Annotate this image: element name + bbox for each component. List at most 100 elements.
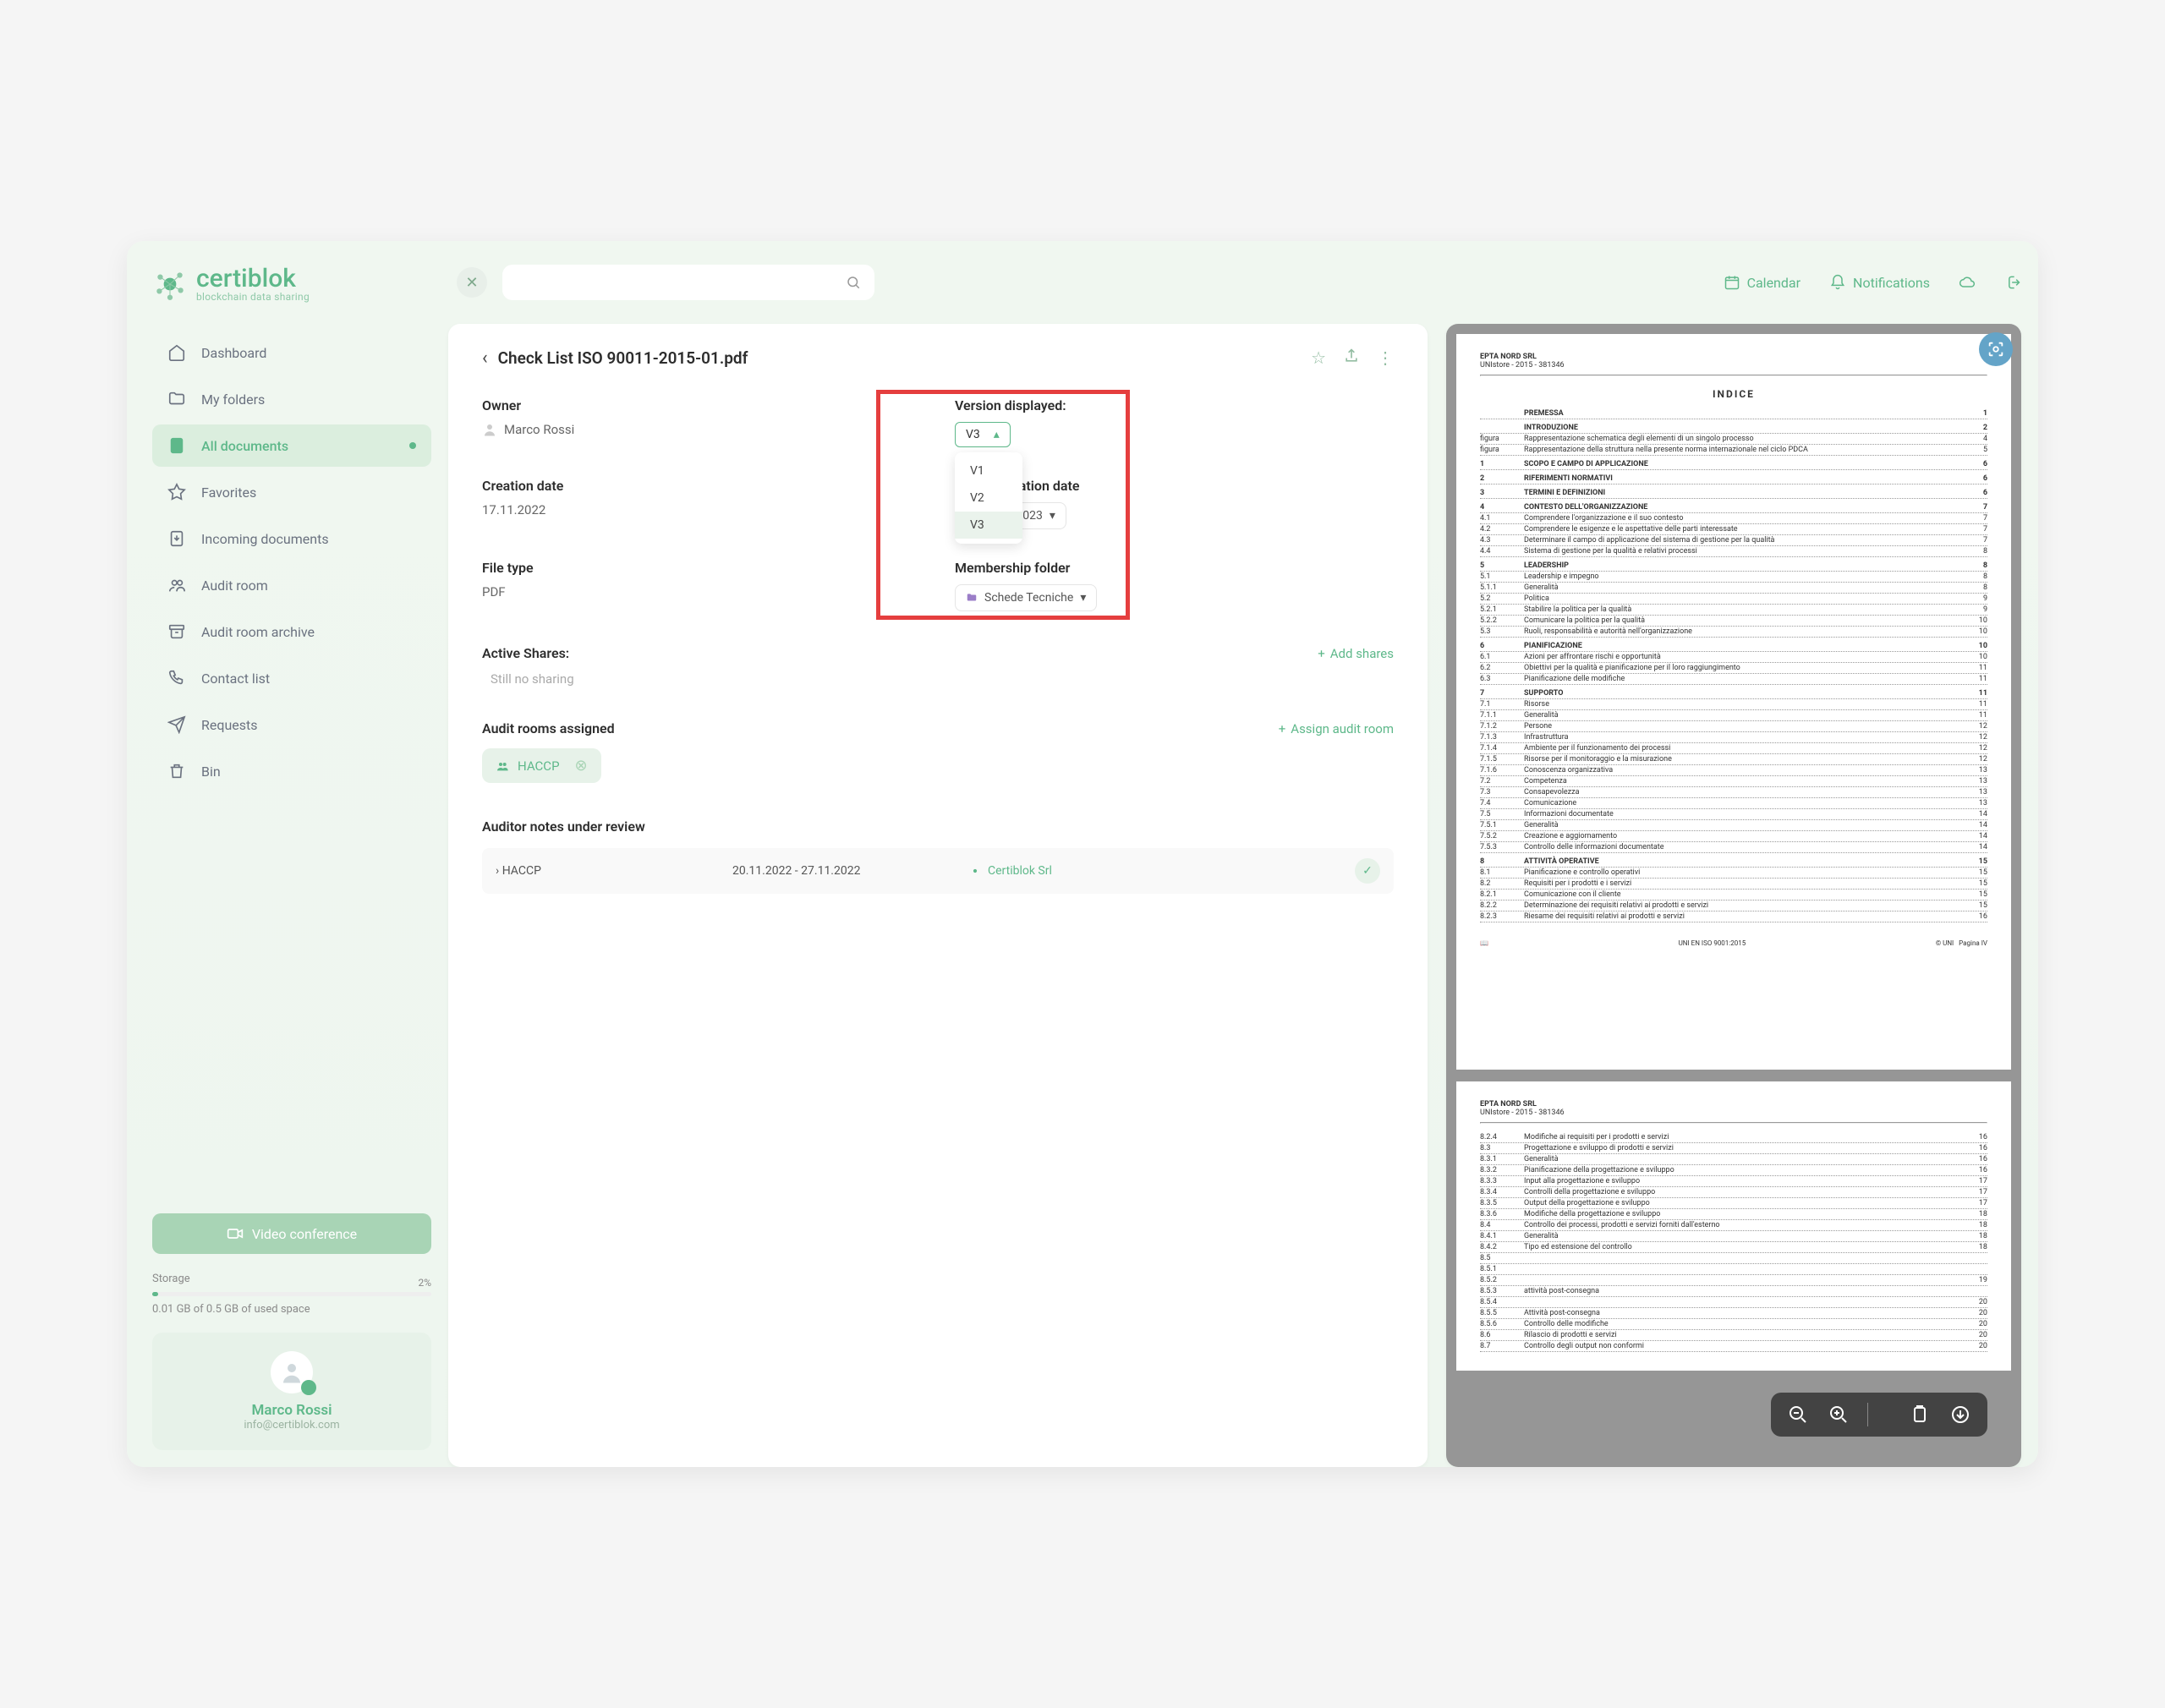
version-options: V1V2V3 [955, 452, 1022, 544]
nav-requests[interactable]: Requests [152, 703, 431, 746]
bell-icon [1829, 274, 1846, 291]
zoom-out-icon [1788, 1404, 1808, 1425]
incoming-icon [167, 529, 186, 548]
folder-icon [966, 592, 978, 604]
auditroom-icon [167, 576, 186, 594]
document-preview: EPTA NORD SRLUNIstore - 2015 - 381346 IN… [1446, 324, 2021, 1467]
notes-row[interactable]: › HACCP 20.11.2022 - 27.11.2022 Certiblo… [482, 848, 1394, 894]
profile-email: info@certiblok.com [171, 1419, 413, 1432]
nav-archive[interactable]: Audit room archive [152, 610, 431, 653]
version-option-V1[interactable]: V1 [955, 457, 1022, 484]
version-option-V2[interactable]: V2 [955, 484, 1022, 512]
cloud-action[interactable] [1959, 274, 1976, 291]
clipboard-icon [1910, 1404, 1930, 1425]
avatar [271, 1351, 313, 1393]
doc-title: Check List ISO 90011-2015-01.pdf [498, 348, 748, 368]
chevron-up-icon: ▴ [994, 428, 1000, 441]
nav-incoming[interactable]: Incoming documents [152, 517, 431, 560]
close-button[interactable]: ✕ [457, 267, 487, 298]
nav-contacts[interactable]: Contact list [152, 657, 431, 699]
logout-button[interactable] [2004, 274, 2021, 291]
users-icon [496, 759, 509, 773]
download-button[interactable] [1948, 1403, 1972, 1426]
owner-field: Owner Marco Rossi [482, 397, 921, 447]
details-grid: Owner Marco Rossi Version displayed: V3▴… [482, 397, 1394, 611]
video-conference-label: Video conference [252, 1226, 357, 1242]
nav-folders[interactable]: My folders [152, 378, 431, 420]
profile-card: Marco Rossi info@certiblok.com [152, 1333, 431, 1450]
storage-percent: 2% [418, 1277, 431, 1289]
more-button[interactable]: ⋮ [1377, 348, 1394, 369]
share-button[interactable] [1343, 348, 1360, 369]
folders-icon [167, 390, 186, 408]
nav-bin[interactable]: Bin [152, 750, 431, 792]
top-links: Calendar Notifications [1724, 274, 2021, 291]
zoom-out-button[interactable] [1786, 1403, 1810, 1426]
preview-toolbar [1771, 1393, 1987, 1437]
remove-tag-icon[interactable]: ⊗ [575, 757, 588, 775]
toc-title: INDICE [1480, 388, 1987, 400]
download-icon [1950, 1404, 1970, 1425]
requests-icon [167, 715, 186, 734]
nav-favorites[interactable]: Favorites [152, 471, 431, 513]
favorite-button[interactable]: ☆ [1311, 348, 1326, 369]
profile-name: Marco Rossi [171, 1402, 413, 1419]
topbar: ✕ Calendar Notifications [448, 265, 2021, 300]
sidebar: certiblok blockchain data sharing Dashbo… [127, 241, 448, 1467]
notifications-link[interactable]: Notifications [1829, 274, 1930, 291]
version-dropdown[interactable]: V3▴ [955, 422, 1011, 447]
archive-icon [167, 622, 186, 641]
membership-field: Membership folder Schede Tecniche ▾ [955, 560, 1394, 611]
logo-tagline: blockchain data sharing [196, 292, 310, 302]
logo: certiblok blockchain data sharing [152, 266, 431, 302]
video-conference-button[interactable]: Video conference [152, 1213, 431, 1254]
nav-alldocs[interactable]: All documents [152, 424, 431, 467]
share-icon [1343, 348, 1360, 364]
doc-page-2: EPTA NORD SRLUNIstore - 2015 - 381346 8.… [1456, 1081, 2011, 1371]
logout-icon [2004, 274, 2021, 291]
storage-bar: 2% [152, 1292, 431, 1296]
document-details-panel: ‹ Check List ISO 90011-2015-01.pdf ☆ ⋮ O… [448, 324, 1428, 1467]
shares-label: Active Shares: [482, 645, 569, 661]
company-icon [969, 865, 981, 877]
membership-chip[interactable]: Schede Tecniche ▾ [955, 584, 1097, 611]
cloud-icon [1959, 274, 1976, 291]
alldocs-icon [167, 436, 186, 455]
video-icon [227, 1225, 244, 1242]
shares-empty: Still no sharing [482, 671, 1394, 687]
app-window: certiblok blockchain data sharing Dashbo… [127, 241, 2038, 1467]
contacts-icon [167, 669, 186, 687]
storage-widget: Storage 2% 0.01 GB of 0.5 GB of used spa… [152, 1273, 431, 1316]
storage-text: 0.01 GB of 0.5 GB of used space [152, 1303, 310, 1316]
add-shares-button[interactable]: + Add shares [1318, 646, 1394, 661]
doc-title-row: ‹ Check List ISO 90011-2015-01.pdf ☆ ⋮ [482, 348, 1394, 369]
check-icon: ✓ [1355, 858, 1380, 884]
back-button[interactable]: ‹ [482, 348, 488, 369]
creation-field: Creation date 17.11.2022 [482, 478, 921, 529]
nav: DashboardMy foldersAll documentsFavorite… [152, 331, 431, 792]
scan-button[interactable] [1979, 332, 2013, 366]
notes-label: Auditor notes under review [482, 818, 1394, 835]
content: ‹ Check List ISO 90011-2015-01.pdf ☆ ⋮ O… [448, 324, 2021, 1467]
search-icon [846, 275, 861, 290]
user-icon [482, 422, 497, 437]
main: ✕ Calendar Notifications ‹ Check List IS… [448, 241, 2038, 1467]
zoom-in-button[interactable] [1827, 1403, 1850, 1426]
favorites-icon [167, 483, 186, 501]
calendar-link[interactable]: Calendar [1724, 274, 1801, 291]
clipboard-button[interactable] [1908, 1403, 1932, 1426]
room-tag[interactable]: HACCP⊗ [482, 748, 601, 783]
nav-auditroom[interactable]: Audit room [152, 564, 431, 606]
bin-icon [167, 762, 186, 780]
active-dot [409, 442, 416, 449]
version-field: Version displayed: V3▴ V1V2V3 [955, 397, 1394, 447]
assign-room-button[interactable]: + Assign audit room [1279, 721, 1394, 736]
nav-dashboard[interactable]: Dashboard [152, 331, 431, 374]
filetype-field: File type PDF [482, 560, 921, 611]
dashboard-icon [167, 343, 186, 362]
search-input[interactable] [502, 265, 874, 300]
version-option-V3[interactable]: V3 [955, 512, 1022, 539]
logo-name: certiblok [196, 266, 310, 292]
scan-icon [1987, 340, 2005, 359]
rooms-label: Audit rooms assigned [482, 720, 615, 736]
